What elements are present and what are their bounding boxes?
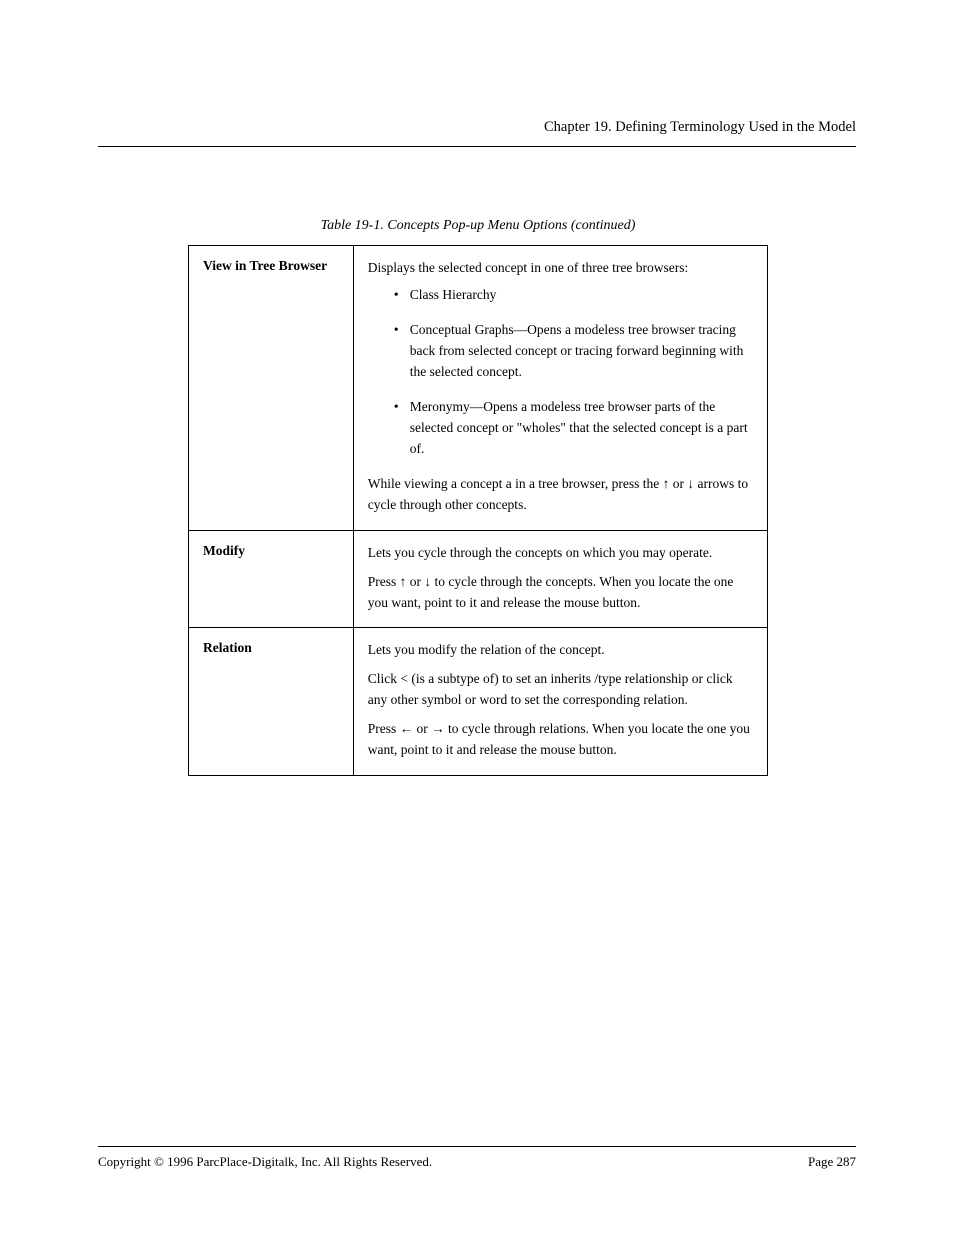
row-title: View in Tree Browser [203,258,327,273]
row-intro: Displays the selected concept in one of … [368,258,753,279]
row-title: Relation [203,640,252,655]
table-title: Table 19-1. Concepts Pop-up Menu Options… [188,217,768,236]
table-row: View in Tree Browser Displays the select… [189,246,768,530]
header-rule [98,146,856,147]
cell-description: Lets you modify the relation of the conc… [353,628,767,776]
copyright-text: Copyright © 1996 ParcPlace-Digitalk, Inc… [98,1153,432,1171]
row-title: Modify [203,543,245,558]
row-para: Lets you cycle through the concepts on w… [368,543,753,564]
row-para: Press ← or → to cycle through relations.… [368,719,753,761]
list-item: Conceptual Graphs—Opens a modeless tree … [394,320,753,383]
cell-option: Relation [189,628,354,776]
cell-option: View in Tree Browser [189,246,354,530]
row-tail: While viewing a concept a in a tree brow… [368,474,753,516]
bullet-list: Class Hierarchy Conceptual Graphs—Opens … [368,285,753,459]
table-container: Table 19-1. Concepts Pop-up Menu Options… [188,217,768,776]
row-para: Click < (is a subtype of) to set an inhe… [368,669,753,711]
list-item: Meronymy—Opens a modeless tree browser p… [394,397,753,460]
page-number: Page 287 [808,1153,856,1171]
row-para: Lets you modify the relation of the conc… [368,640,753,661]
cell-description: Lets you cycle through the concepts on w… [353,530,767,628]
footer-rule [98,1146,856,1147]
page-footer: Copyright © 1996 ParcPlace-Digitalk, Inc… [98,1146,856,1171]
row-para: Press ↑ or ↓ to cycle through the concep… [368,572,753,614]
table-row: Relation Lets you modify the relation of… [189,628,768,776]
cell-option: Modify [189,530,354,628]
table-row: Modify Lets you cycle through the concep… [189,530,768,628]
list-item: Class Hierarchy [394,285,753,306]
concepts-table: View in Tree Browser Displays the select… [188,245,768,776]
cell-description: Displays the selected concept in one of … [353,246,767,530]
chapter-header: Chapter 19. Defining Terminology Used in… [98,118,856,138]
